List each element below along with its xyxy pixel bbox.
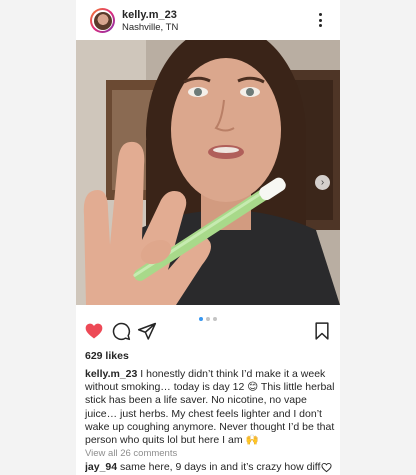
more-dot [318,13,322,16]
avatar-ring [92,10,113,31]
action-bar [76,320,340,342]
caption-username[interactable]: kelly.m_23 [85,368,137,380]
send-icon[interactable] [137,321,157,341]
avatar[interactable] [90,8,115,33]
view-all-comments-link[interactable]: View all 26 comments [85,448,177,459]
chevron-right-icon[interactable]: › [315,175,330,190]
more-dot [318,18,322,22]
post-caption: kelly.m_23 I honestly didn’t think I’d m… [85,368,335,447]
post-photo-illustration [76,40,340,305]
post-header: kelly.m_23 Nashville, TN [76,0,340,40]
comment-preview: jay_94 same here, 9 days in and it’s cra… [85,461,321,473]
post-image[interactable]: › [76,40,340,305]
post-location[interactable]: Nashville, TN [122,22,178,33]
post-username[interactable]: kelly.m_23 [122,9,177,21]
comment-username[interactable]: jay_94 [85,461,117,473]
avatar-image [93,11,112,30]
comment-text: same here, 9 days in and it’s crazy how … [120,461,321,473]
like-count[interactable]: 629 likes [85,350,129,362]
heart-icon[interactable] [84,321,104,341]
post-card: kelly.m_23 Nashville, TN › 629 likes kel… [76,0,340,475]
more-options-icon[interactable] [312,10,328,30]
comment-like-heart-icon[interactable] [321,462,332,473]
bookmark-icon[interactable] [312,321,332,341]
comment-icon[interactable] [111,321,131,341]
more-dot [318,24,322,27]
